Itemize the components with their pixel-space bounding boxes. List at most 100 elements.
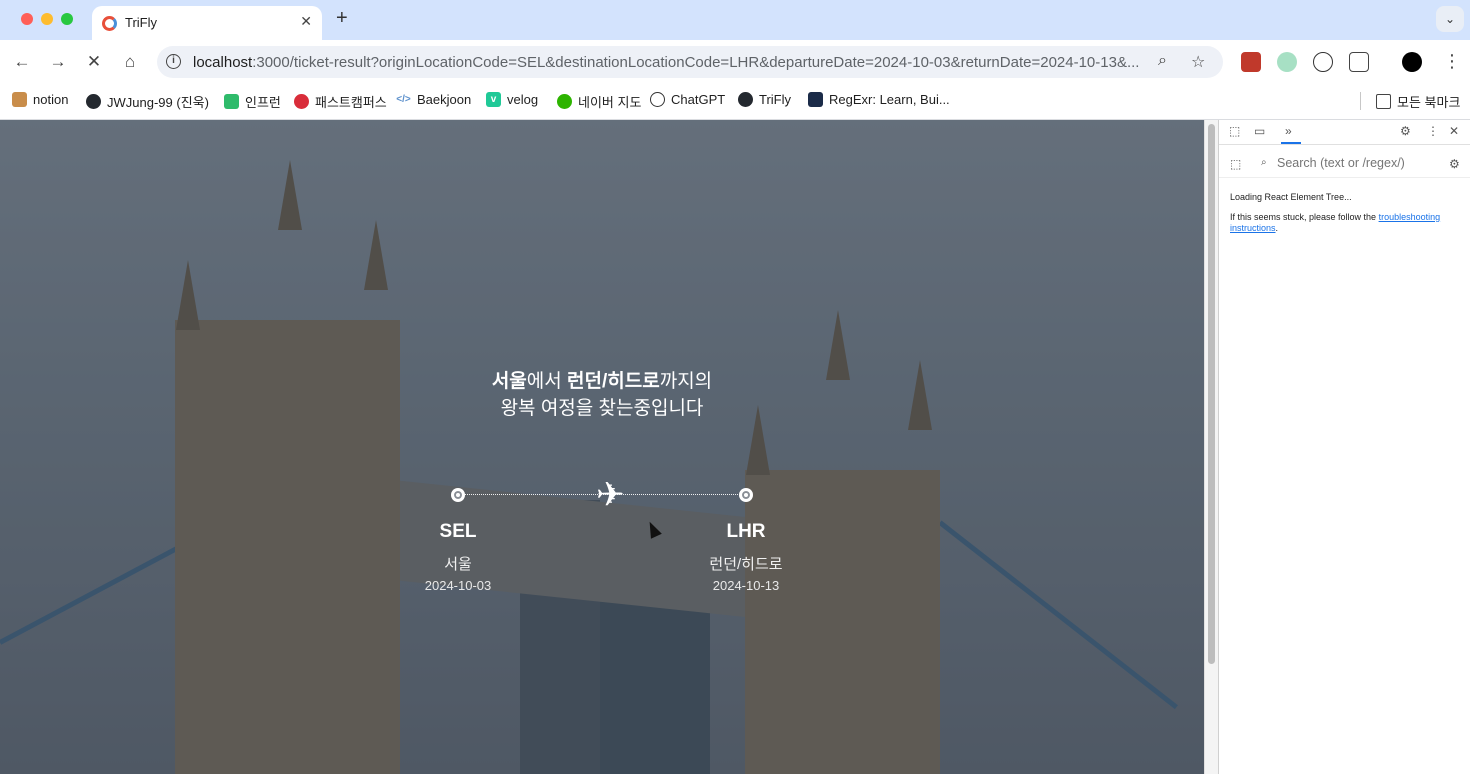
bookmark-label: 패스트캠퍼스 — [315, 95, 387, 110]
troubleshooting-link[interactable]: troubleshooting — [1379, 212, 1441, 222]
devtools-tabbar: ⬚ ▭ » ⚙ ⋮ ✕ — [1219, 120, 1470, 145]
destination-code: LHR — [726, 521, 766, 542]
back-button[interactable]: ← — [10, 50, 34, 74]
extension-3-icon[interactable] — [1313, 52, 1333, 72]
page-scrollbar[interactable] — [1204, 120, 1218, 774]
devtools-close-icon[interactable]: ✕ — [1449, 124, 1459, 138]
tab-trifly[interactable]: TriFly ✕ — [92, 6, 322, 40]
inspect-element-icon[interactable]: ⬚ — [1229, 124, 1240, 138]
origin-city: 서울 — [444, 556, 472, 573]
device-toolbar-icon[interactable]: ▭ — [1254, 124, 1265, 138]
home-button[interactable]: ⌂ — [118, 50, 142, 74]
stuck-message: If this seems stuck, please follow the t… — [1230, 212, 1470, 234]
code-icon: </> — [396, 94, 411, 105]
bookmark-label: 네이버 지도 — [578, 95, 642, 110]
bookmark-fastcampus[interactable]: 패스트캠퍼스 — [294, 92, 387, 111]
bookmarks-divider — [1360, 92, 1361, 110]
bookmark-label: Baekjoon — [417, 92, 472, 107]
github-icon — [86, 94, 101, 109]
bookmark-velog[interactable]: v velog — [486, 92, 538, 107]
components-search-input[interactable] — [1277, 156, 1457, 170]
page-viewport: 서울에서 런던/히드로까지의 왕복 여정을 찾는중입니다 ✈ SEL 서울 20… — [0, 120, 1204, 774]
loading-message: Loading React Element Tree... — [1230, 192, 1352, 202]
period-text: . — [1275, 223, 1279, 233]
notion-icon — [12, 92, 27, 107]
bookmark-trifly[interactable]: TriFly — [738, 92, 791, 107]
bookmark-label: JWJung-99 (진욱) — [107, 95, 209, 110]
github-icon — [738, 92, 753, 107]
extensions-puzzle-icon[interactable] — [1349, 52, 1369, 72]
instructions-link[interactable]: instructions — [1230, 223, 1276, 233]
airplane-icon: ✈ — [596, 476, 625, 514]
bookmark-label: velog — [507, 92, 539, 107]
origin-date: 2024-10-03 — [424, 578, 492, 593]
bookmark-baekjoon[interactable]: </> Baekjoon — [396, 92, 471, 107]
address-bar[interactable]: i localhost:3000/ticket-result?originLoc… — [157, 46, 1223, 78]
bookmark-naver-map[interactable]: 네이버 지도 — [557, 92, 641, 111]
bookmark-label: ChatGPT — [671, 92, 726, 107]
bookmark-chatgpt[interactable]: ChatGPT — [650, 92, 725, 107]
active-tab-indicator — [1281, 142, 1301, 144]
bookmark-label: RegExr: Learn, Bui... — [829, 92, 950, 107]
bookmarks-bar: notion JWJung-99 (진욱) 인프런 패스트캠퍼스 </> Baek… — [0, 84, 1470, 120]
stop-button[interactable]: ✕ — [82, 50, 106, 74]
headline-text: 까지의 — [659, 371, 713, 392]
components-settings-icon[interactable]: ⚙ — [1449, 157, 1460, 171]
loading-favicon-icon — [102, 16, 117, 31]
inflearn-icon — [224, 94, 239, 109]
bookmark-label: TriFly — [759, 92, 792, 107]
headline-line-2: 왕복 여정을 찾는중입니다 — [500, 398, 704, 419]
select-component-icon[interactable]: ⬚ — [1230, 157, 1241, 171]
url-path: :3000/ticket-result?originLocationCode=S… — [252, 54, 1140, 71]
all-bookmarks-folder[interactable]: 모든 북마크 — [1376, 92, 1460, 111]
browser-menu-icon[interactable]: ⋮ — [1443, 51, 1461, 72]
destination-date: 2024-10-13 — [712, 578, 780, 593]
search-loading-hero: 서울에서 런던/히드로까지의 왕복 여정을 찾는중입니다 ✈ SEL 서울 20… — [0, 120, 1204, 774]
site-info-icon[interactable]: i — [166, 54, 181, 69]
headline-text: 에서 — [526, 371, 568, 392]
naver-map-icon — [557, 94, 572, 109]
velog-icon: v — [486, 92, 501, 107]
bookmark-star-icon[interactable]: ☆ — [1191, 52, 1205, 72]
headline-origin: 서울 — [491, 371, 527, 392]
mouse-cursor-icon — [644, 519, 662, 539]
headline-destination: 런던/히드로 — [567, 371, 660, 392]
bookmark-label: 인프런 — [245, 95, 281, 110]
devtools-panel: ⬚ ▭ » ⚙ ⋮ ✕ ⬚ ⌕ ⚙ Loading React Element … — [1218, 120, 1470, 774]
origin-node-icon — [451, 488, 465, 502]
url-text[interactable]: localhost:3000/ticket-result?originLocat… — [193, 54, 1139, 71]
tab-search-button[interactable]: ⌄ — [1436, 6, 1464, 32]
components-search-row: ⬚ ⌕ ⚙ — [1219, 150, 1470, 178]
new-tab-button[interactable]: + — [336, 7, 348, 30]
bookmark-regexr[interactable]: RegExr: Learn, Bui... — [808, 92, 950, 107]
tab-strip: TriFly ✕ + ⌄ — [0, 0, 1470, 40]
search-icon: ⌕ — [1261, 157, 1267, 168]
close-window-button[interactable] — [21, 13, 33, 25]
extension-2-icon[interactable] — [1277, 52, 1297, 72]
zoom-icon[interactable]: ⌕ — [1158, 52, 1167, 70]
chatgpt-icon — [650, 92, 665, 107]
forward-button[interactable]: → — [46, 50, 70, 74]
extension-1-icon[interactable] — [1241, 52, 1261, 72]
bookmark-notion[interactable]: notion — [12, 92, 68, 107]
bookmark-github-jwjung[interactable]: JWJung-99 (진욱) — [86, 92, 209, 111]
tab-close-icon[interactable]: ✕ — [300, 13, 312, 30]
browser-toolbar: ← → ✕ ⌂ i localhost:3000/ticket-result?o… — [0, 40, 1470, 84]
bookmark-inflearn[interactable]: 인프런 — [224, 92, 281, 111]
headline-line-1: 서울에서 런던/히드로까지의 — [0, 368, 1204, 395]
scrollbar-thumb[interactable] — [1208, 124, 1215, 664]
maximize-window-button[interactable] — [61, 13, 73, 25]
devtools-settings-icon[interactable]: ⚙ — [1400, 124, 1411, 138]
regexr-icon — [808, 92, 823, 107]
origin-code: SEL — [439, 521, 477, 542]
folder-icon — [1376, 94, 1391, 109]
stuck-text: If this seems stuck, please follow the — [1230, 212, 1379, 222]
profile-avatar[interactable] — [1402, 52, 1422, 72]
devtools-menu-icon[interactable]: ⋮ — [1427, 124, 1439, 138]
bookmark-label: notion — [33, 92, 69, 107]
url-host: localhost — [193, 54, 253, 71]
destination-node-icon — [739, 488, 753, 502]
minimize-window-button[interactable] — [41, 13, 53, 25]
more-tabs-icon[interactable]: » — [1285, 124, 1292, 138]
destination-city: 런던/히드로 — [709, 556, 783, 573]
